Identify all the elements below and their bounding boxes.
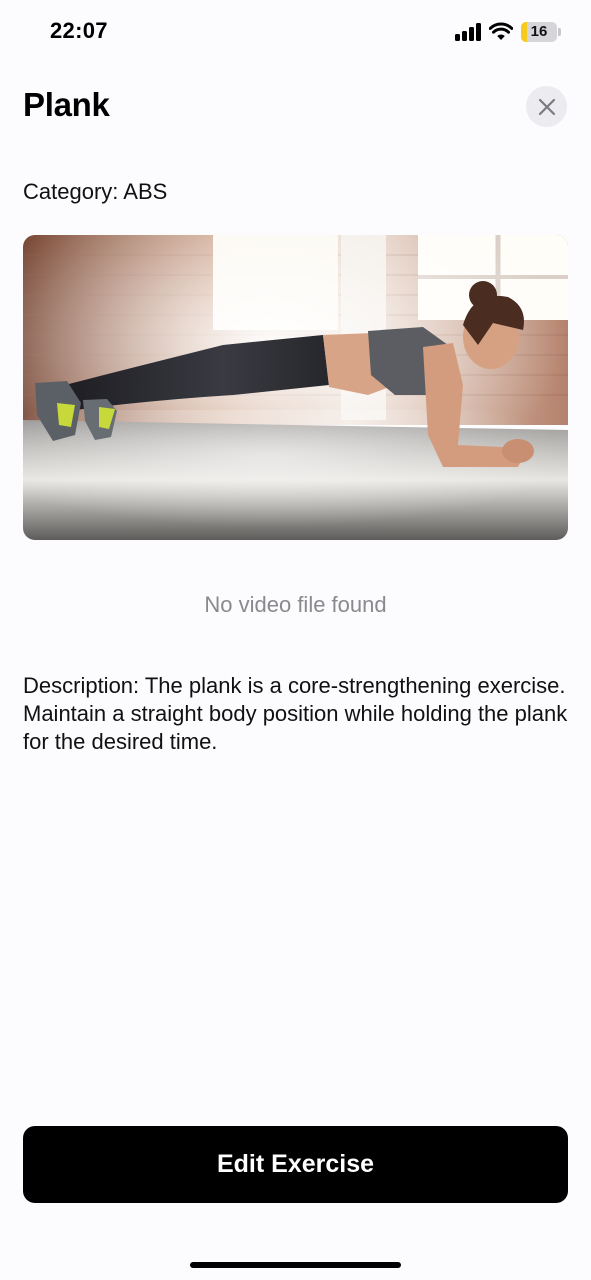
page-title: Plank: [23, 86, 110, 123]
exercise-image: [23, 235, 568, 540]
category-label: Category: ABS: [23, 179, 168, 204]
edit-exercise-button[interactable]: Edit Exercise: [23, 1126, 568, 1203]
status-bar: 22:07 16: [0, 0, 591, 64]
home-indicator[interactable]: [190, 1262, 401, 1268]
status-time: 22:07: [50, 18, 108, 43]
close-icon: [538, 98, 555, 115]
close-button[interactable]: [526, 86, 567, 127]
no-video-message: No video file found: [204, 592, 387, 617]
exercise-detail-screen: 22:07 16 Plank Category: ABS No video fi…: [0, 0, 591, 1280]
exercise-description: Description: The plank is a core-strengt…: [23, 673, 568, 754]
battery-icon: 16: [521, 22, 561, 42]
signal-icon: [455, 23, 482, 41]
wifi-icon: [489, 22, 513, 40]
battery-level: 16: [530, 23, 548, 40]
